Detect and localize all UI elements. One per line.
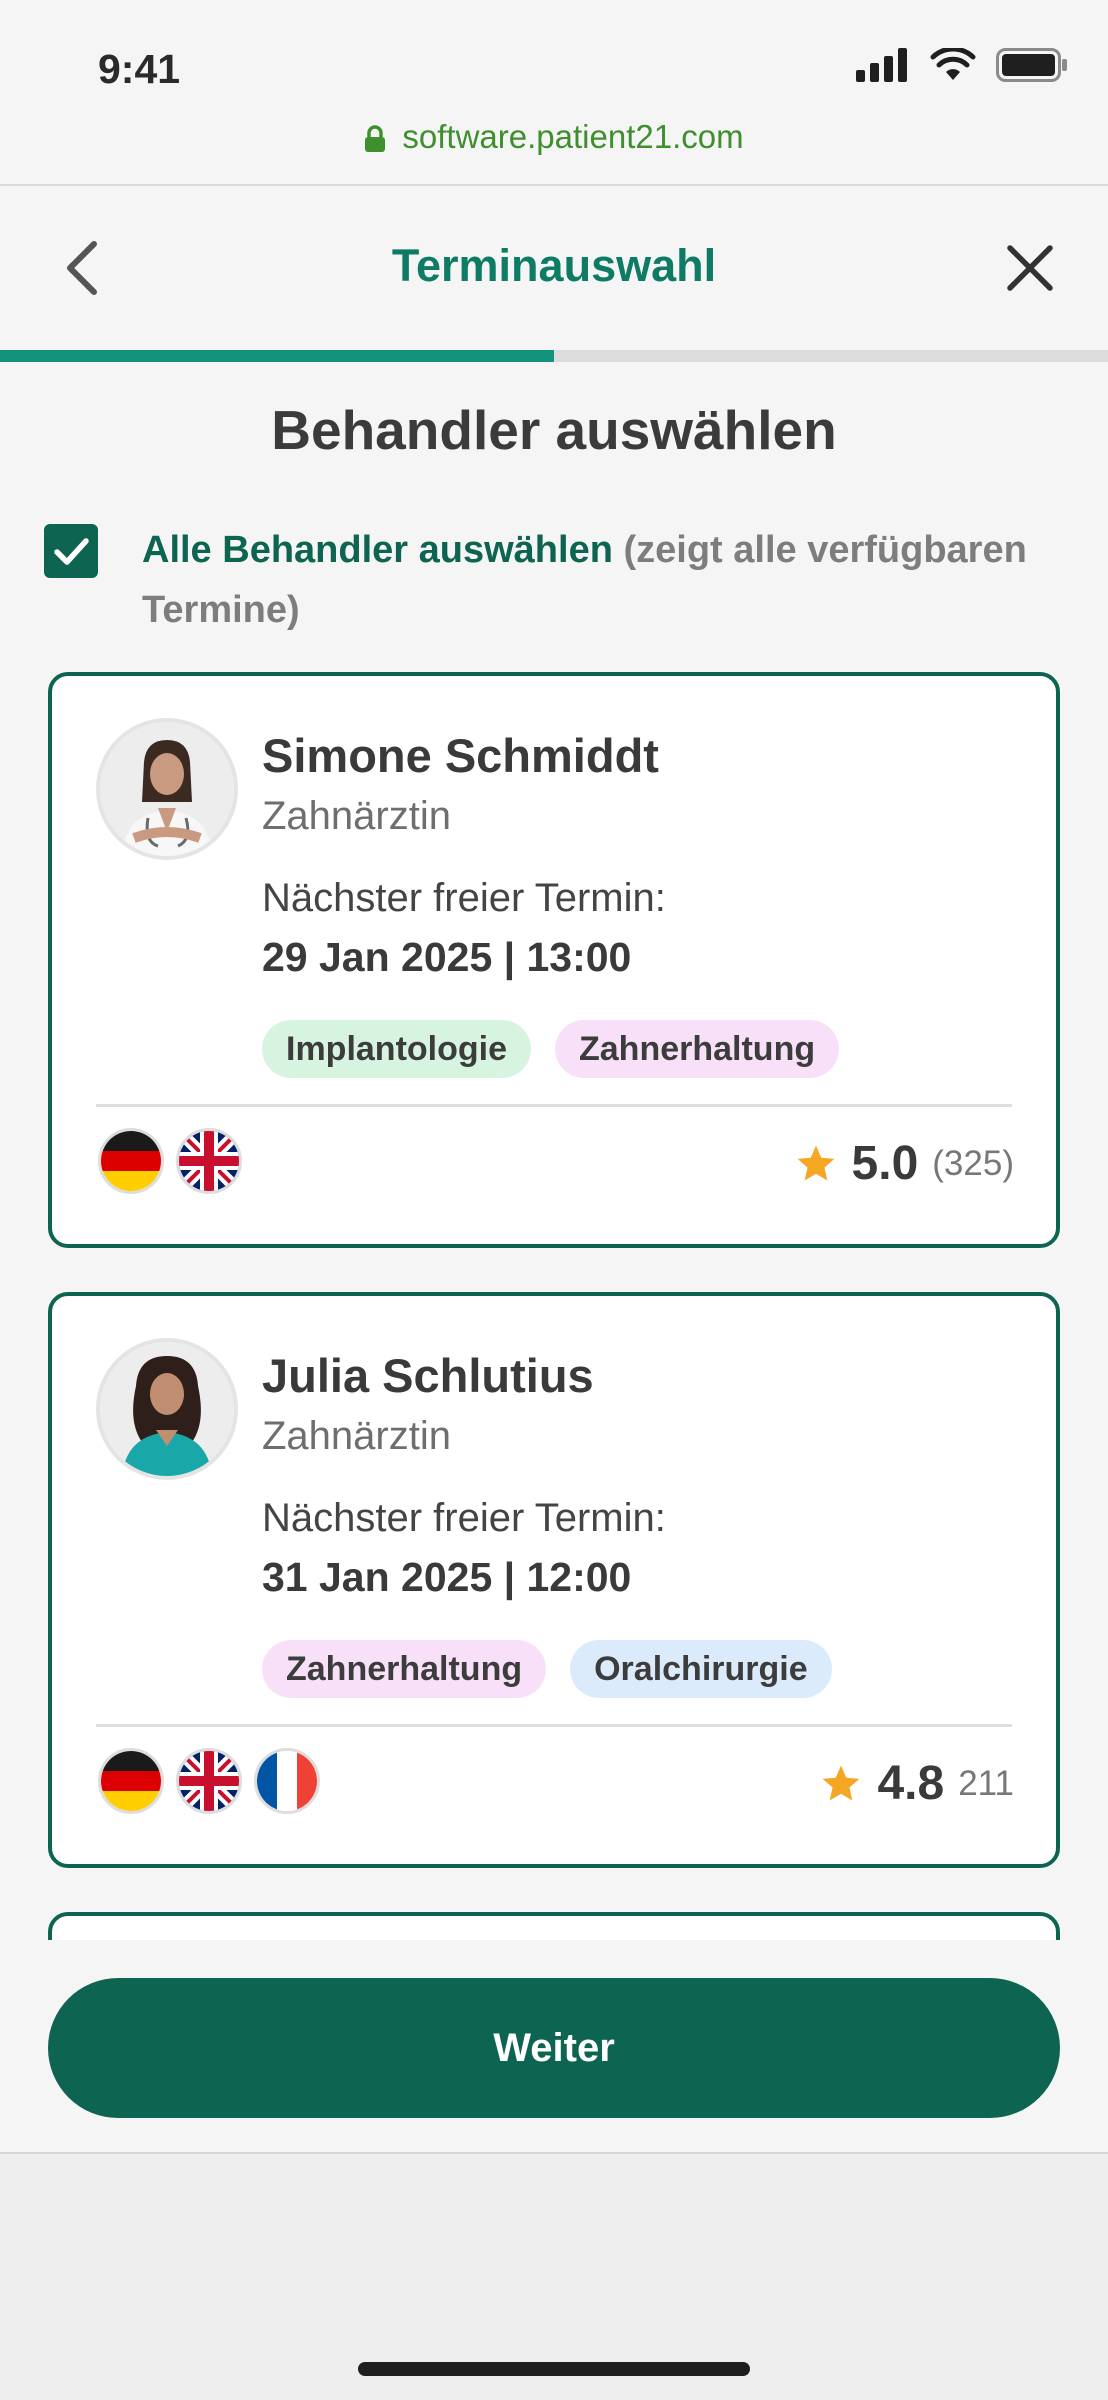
page-title: Terminauswahl: [391, 240, 717, 291]
next-appointment-label: Nächster freier Termin:: [262, 876, 666, 920]
provider-card-partial[interactable]: [48, 1912, 1060, 1940]
continue-button[interactable]: Weiter: [48, 1978, 1060, 2118]
card-divider: [96, 1104, 1012, 1107]
specialty-tag: Zahnerhaltung: [555, 1020, 840, 1078]
app-header: Terminauswahl: [0, 188, 1108, 350]
next-appointment-label: Nächster freier Termin:: [262, 1496, 666, 1540]
status-icons: [856, 48, 1068, 82]
provider-role: Zahnärztin: [262, 1414, 451, 1458]
url-text: software.patient21.com: [402, 118, 744, 155]
rating-score: 4.8: [877, 1757, 945, 1810]
specialty-tags: Zahnerhaltung Oralchirurgie: [262, 1640, 832, 1698]
home-indicator[interactable]: [358, 2362, 750, 2376]
provider-card[interactable]: Julia Schlutius Zahnärztin Nächster frei…: [48, 1292, 1060, 1868]
de-flag-icon: [98, 1128, 164, 1194]
close-icon[interactable]: [1000, 238, 1060, 298]
lock-icon: [365, 125, 386, 153]
language-flags: [98, 1748, 320, 1814]
provider-card[interactable]: Simone Schmiddt Zahnärztin Nächster frei…: [48, 672, 1060, 1248]
progress-fill: [0, 350, 554, 362]
language-flags: [98, 1128, 242, 1194]
provider-list: Simone Schmiddt Zahnärztin Nächster frei…: [0, 668, 1108, 1940]
avatar: [96, 1338, 238, 1480]
checkmark-icon: [54, 538, 89, 565]
fr-flag-icon: [254, 1748, 320, 1814]
avatar: [96, 718, 238, 860]
next-appointment-value: 31 Jan 2025 | 12:00: [262, 1554, 632, 1600]
status-time: 9:41: [98, 46, 181, 92]
signal-icon: [856, 48, 907, 82]
rating-count: (325): [932, 1143, 1014, 1183]
url-bar[interactable]: software.patient21.com: [0, 118, 1108, 156]
select-all-label-strong: Alle Behandler auswählen: [142, 529, 613, 571]
specialty-tag: Zahnerhaltung: [262, 1640, 547, 1698]
provider-name: Julia Schlutius: [262, 1349, 594, 1402]
battery-icon: [996, 48, 1067, 82]
specialty-tags: Implantologie Zahnerhaltung: [262, 1020, 840, 1078]
card-divider: [96, 1724, 1012, 1727]
section-heading: Behandler auswählen: [271, 399, 837, 461]
wifi-icon: [930, 48, 976, 80]
gb-flag-icon: [176, 1128, 242, 1194]
rating-count: 211: [958, 1763, 1014, 1803]
specialty-tag: Oralchirurgie: [570, 1640, 832, 1698]
specialty-tag: Implantologie: [262, 1020, 531, 1078]
browser-status-bar: 9:41 software.patient21.com: [0, 0, 1108, 186]
de-flag-icon: [98, 1748, 164, 1814]
provider-name: Simone Schmiddt: [262, 729, 659, 782]
select-all-checkbox[interactable]: [44, 524, 98, 578]
rating: 5.0 (325): [794, 1136, 1014, 1191]
rating: 4.8 211: [819, 1756, 1014, 1811]
step-progress-bar: [0, 350, 1108, 362]
rating-score: 5.0: [851, 1137, 919, 1190]
star-icon: [797, 1145, 834, 1180]
gb-flag-icon: [176, 1748, 242, 1814]
star-icon: [823, 1765, 860, 1800]
select-all-label: Alle Behandler auswählen (zeigt alle ver…: [142, 520, 1108, 640]
provider-role: Zahnärztin: [262, 794, 451, 838]
next-appointment-value: 29 Jan 2025 | 13:00: [262, 934, 632, 980]
